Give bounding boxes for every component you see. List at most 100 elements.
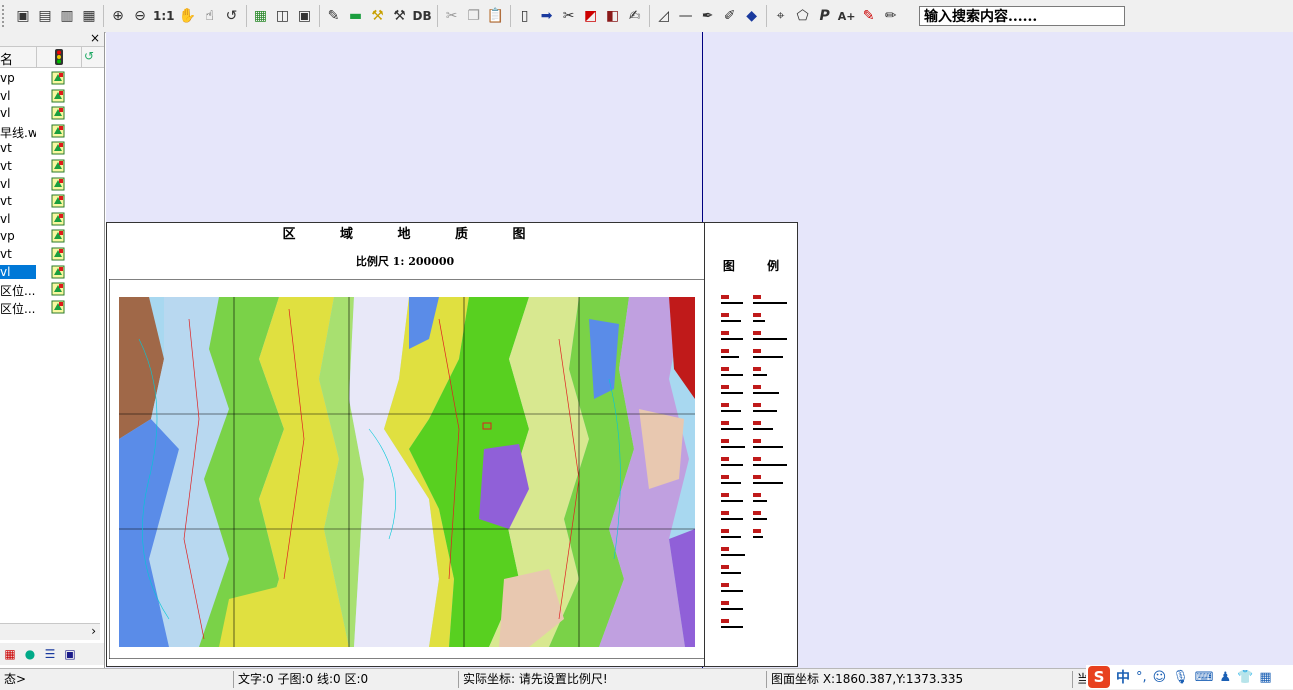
layer-file-row[interactable]: vt [0,246,104,264]
layer-status-icon[interactable] [51,194,65,208]
paste-icon[interactable]: 📋 [485,5,507,27]
layer-status-icon[interactable] [51,300,65,314]
layer-file-row[interactable]: vp [0,228,104,246]
stack-icon[interactable]: ◧ [602,5,624,27]
close-icon[interactable]: × [90,31,100,45]
copy-icon[interactable]: ❐ [463,5,485,27]
edit-table-icon[interactable]: ✎ [323,5,345,27]
layer-file-row[interactable]: 区位... [0,281,104,299]
hammer-icon[interactable]: ⚒ [389,5,411,27]
microphone-icon[interactable]: 🎙 [1172,670,1189,685]
column-extra-header[interactable]: ↺ [84,49,94,63]
layer-panel-header: × [0,31,104,47]
layer-file-list: vpvlvl早线.wlvtvtvlvtvlvpvtvl区位...区位... [0,70,104,316]
toolbar-separator [318,5,320,27]
layer-status-icon[interactable] [51,282,65,296]
punctuation-icon[interactable]: °, [1136,670,1147,685]
layer-file-name: vt [0,158,12,173]
emoji-icon[interactable]: ☺ [1153,670,1167,685]
layer-status-icon[interactable] [51,71,65,85]
ruler-icon[interactable]: ▬ [345,5,367,27]
arrow-icon[interactable]: ➡ [536,5,558,27]
map-title: 区 域 地 质 图 [282,227,528,242]
map-window-icon[interactable]: ▣ [294,5,316,27]
ime-logo-icon[interactable]: S [1088,666,1110,688]
geologic-map[interactable] [109,279,705,659]
traffic-light-icon[interactable] [36,47,82,67]
text-tool-icon[interactable]: P [814,5,836,27]
skin-icon[interactable]: 👕 [1237,670,1253,685]
user-icon[interactable]: ♟ [1219,670,1231,685]
ime-language-label[interactable]: 中 [1116,667,1130,687]
pencil-icon[interactable]: ✏ [880,5,902,27]
layer-file-row[interactable]: vl [0,105,104,123]
layer-file-row[interactable]: vt [0,140,104,158]
layer-file-row[interactable]: vl [0,88,104,106]
line-icon[interactable]: — [675,5,697,27]
layer-status-icon[interactable] [51,247,65,261]
note-icon[interactable]: ✍ [624,5,646,27]
add-point-icon[interactable]: ⌖ [770,5,792,27]
layer-file-row[interactable]: vp [0,70,104,88]
grid-icon[interactable]: ▦ [250,5,272,27]
cut-icon[interactable]: ✂ [441,5,463,27]
zoom-1-1-button[interactable]: 1:1 [151,5,177,27]
save-icon[interactable]: ▣ [12,5,34,27]
layer-file-row[interactable]: vt [0,158,104,176]
zoom-out-icon[interactable]: ⊖ [129,5,151,27]
column-name-header[interactable]: 名 [0,49,13,68]
layer-status-icon[interactable] [51,177,65,191]
scroll-right-icon[interactable]: › [91,624,96,638]
save-project-icon[interactable]: ▦ [78,5,100,27]
ime-tray: S 中 °, ☺ 🎙 ⌨ ♟ 👕 ▦ [1086,665,1293,689]
measure-icon[interactable]: ◿ [653,5,675,27]
color-icon[interactable]: ✎ [858,5,880,27]
keyboard-icon[interactable]: ⌨ [1195,670,1214,685]
layer-file-row[interactable]: 早线.wl [0,123,104,141]
undo-icon[interactable]: ↺ [221,5,243,27]
layer-file-row[interactable]: vt [0,193,104,211]
layer-status-icon[interactable] [51,212,65,226]
layer-status-icon[interactable] [51,124,65,138]
save-all-icon[interactable]: ▥ [56,5,78,27]
layer-file-row[interactable]: 区位... [0,299,104,317]
layer-file-row[interactable]: vl [0,264,104,282]
map-layout-frame: 区 域 地 质 图 比例尺 1: 200000 [106,222,798,667]
layer-status-icon[interactable] [51,89,65,103]
layer-status-icon[interactable] [51,159,65,173]
layer-status-icon[interactable] [51,106,65,120]
horizontal-scrollbar[interactable]: › [0,623,100,640]
zoom-in-icon[interactable]: ⊕ [107,5,129,27]
layer-status-icon[interactable] [51,141,65,155]
toolbar-separator [103,5,104,27]
tools-icon[interactable]: ⚒ [367,5,389,27]
db-button[interactable]: DB [411,5,434,27]
layers-icon[interactable]: ◫ [272,5,294,27]
layer-file-name: vt [0,194,12,209]
font-bigger-icon[interactable]: A+ [836,5,858,27]
palette-icon[interactable]: ▦ [2,646,18,662]
area-icon[interactable]: ▣ [62,646,78,662]
layer-file-name: vl [0,176,11,191]
select-hand-icon[interactable]: ☝ [199,5,221,27]
layer-file-row[interactable]: vl [0,176,104,194]
fill-icon[interactable]: ◩ [580,5,602,27]
toolbar-separator [509,5,511,27]
toolbar-grip[interactable] [2,5,10,27]
new-layer-icon[interactable]: ▯ [514,5,536,27]
layer-status-icon[interactable] [51,265,65,279]
pan-hand-icon[interactable]: ✋ [177,5,199,27]
search-input[interactable]: 输入搜索内容...... [919,6,1125,26]
layer-status-icon[interactable] [51,229,65,243]
clip-icon[interactable]: ✂ [558,5,580,27]
point-icon[interactable]: ● [22,646,38,662]
save-as-icon[interactable]: ▤ [34,5,56,27]
brush-icon[interactable]: ✐ [719,5,741,27]
globe-icon[interactable]: ◆ [741,5,763,27]
grid-menu-icon[interactable]: ▦ [1259,670,1271,685]
layer-file-row[interactable]: vl [0,211,104,229]
pen-icon[interactable]: ✒ [697,5,719,27]
edit-area-icon[interactable]: ⬠ [792,5,814,27]
map-canvas[interactable]: 区 域 地 质 图 比例尺 1: 200000 图 例 [106,32,1293,668]
lines-icon[interactable]: ☰ [42,646,58,662]
